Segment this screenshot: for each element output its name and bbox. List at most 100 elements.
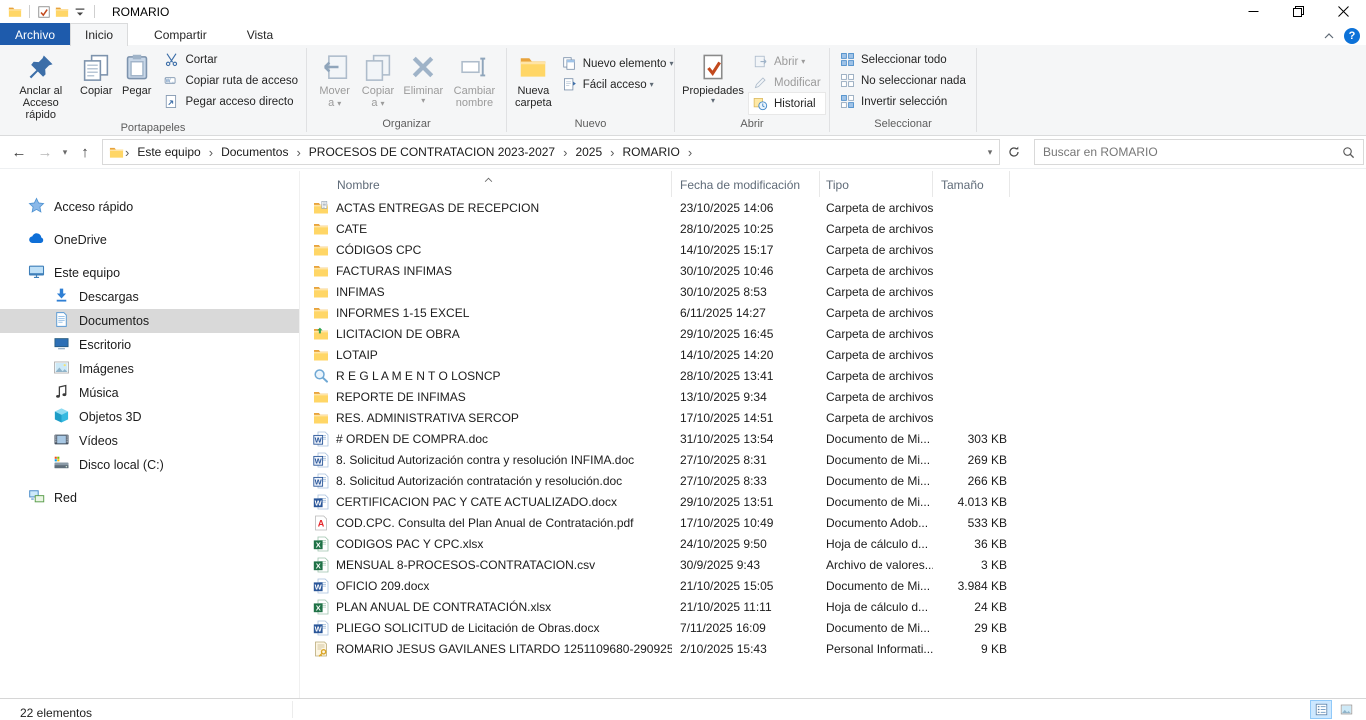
select-all-button[interactable]: Seleccionar todo xyxy=(836,49,970,70)
file-row[interactable]: CÓDIGOS CPC14/10/2025 15:17Carpeta de ar… xyxy=(300,239,1366,260)
help-icon[interactable]: ? xyxy=(1344,28,1360,44)
file-row[interactable]: LOTAIP14/10/2025 14:20Carpeta de archivo… xyxy=(300,344,1366,365)
address-dropdown-icon[interactable]: ▾ xyxy=(983,139,997,165)
sidebar-item-red[interactable]: Red xyxy=(0,486,299,510)
close-button[interactable] xyxy=(1321,0,1366,23)
column-header-fecha[interactable]: Fecha de modificación xyxy=(672,171,820,197)
file-date: 17/10/2025 14:51 xyxy=(672,411,820,425)
breadcrumb-item[interactable]: Documentos xyxy=(214,145,295,159)
file-row[interactable]: ROMARIO JESUS GAVILANES LITARDO 12511096… xyxy=(300,638,1366,659)
sidebar-item-disco-local-c[interactable]: Disco local (C:) xyxy=(0,453,299,477)
file-name: PLIEGO SOLICITUD de Licitación de Obras.… xyxy=(336,621,599,635)
tab-vista[interactable]: Vista xyxy=(233,23,287,46)
thumbnails-view-button[interactable] xyxy=(1336,701,1356,718)
file-type: Carpeta de archivos xyxy=(820,411,933,425)
recent-pages-icon[interactable]: ▾ xyxy=(58,139,72,165)
minimize-button[interactable] xyxy=(1231,0,1276,23)
file-row[interactable]: 8. Solicitud Autorización contratación y… xyxy=(300,470,1366,491)
file-row[interactable]: R E G L A M E N T O LOSNCP28/10/2025 13:… xyxy=(300,365,1366,386)
paste-button[interactable]: Pegar xyxy=(117,49,157,97)
copy-to-icon xyxy=(362,51,394,83)
move-to-button[interactable]: Mover a▾ xyxy=(313,49,356,110)
copy-button[interactable]: Copiar xyxy=(76,49,117,97)
qat-new-folder-icon[interactable] xyxy=(53,3,71,20)
pin-to-quick-access-button[interactable]: Anclar al Acceso rápido xyxy=(6,49,76,121)
file-row[interactable]: INFIMAS30/10/2025 8:53Carpeta de archivo… xyxy=(300,281,1366,302)
sidebar-item-descargas[interactable]: Descargas xyxy=(0,285,299,309)
cut-button[interactable]: Cortar xyxy=(160,49,302,70)
file-row[interactable]: ACTAS ENTREGAS DE RECEPCION23/10/2025 14… xyxy=(300,197,1366,218)
sidebar-item-m-sica[interactable]: Música xyxy=(0,381,299,405)
file-row[interactable]: # ORDEN DE COMPRA.doc31/10/2025 13:54Doc… xyxy=(300,428,1366,449)
easy-access-button[interactable]: Fácil acceso▾ xyxy=(558,74,678,95)
breadcrumb-item[interactable]: 2025 xyxy=(568,145,609,159)
sidebar-item-este-equipo[interactable]: Este equipo xyxy=(0,261,299,285)
file-row[interactable]: INFORMES 1-15 EXCEL6/11/2025 14:27Carpet… xyxy=(300,302,1366,323)
copy-to-button[interactable]: Copiar a▾ xyxy=(356,49,399,110)
file-date: 29/10/2025 16:45 xyxy=(672,327,820,341)
sidebar-item-onedrive[interactable]: OneDrive xyxy=(0,228,299,252)
file-row[interactable]: OFICIO 209.docx21/10/2025 15:05Documento… xyxy=(300,575,1366,596)
sidebar-item-v-deos[interactable]: Vídeos xyxy=(0,429,299,453)
cube-icon xyxy=(53,407,79,427)
breadcrumb-item[interactable]: Este equipo xyxy=(130,145,207,159)
new-folder-button[interactable]: Nueva carpeta xyxy=(513,49,554,109)
tab-compartir[interactable]: Compartir xyxy=(140,23,221,46)
sidebar-item-im-genes[interactable]: Imágenes xyxy=(0,357,299,381)
qat-customize-icon[interactable] xyxy=(71,3,89,20)
details-view-button[interactable] xyxy=(1311,701,1331,718)
breadcrumb[interactable]: ›Este equipo›Documentos›PROCESOS DE CONT… xyxy=(102,139,1000,165)
file-row[interactable]: PLAN ANUAL DE CONTRATACIÓN.xlsx21/10/202… xyxy=(300,596,1366,617)
new-item-button[interactable]: Nuevo elemento▾ xyxy=(558,53,678,74)
file-row[interactable]: CERTIFICACION PAC Y CATE ACTUALIZADO.doc… xyxy=(300,491,1366,512)
qat-properties-icon[interactable] xyxy=(35,3,53,20)
back-button[interactable]: ← xyxy=(6,139,32,165)
up-button[interactable]: ↑ xyxy=(72,139,98,165)
column-header-nombre[interactable]: Nombre xyxy=(300,171,672,197)
rename-button[interactable]: Cambiar nombre xyxy=(447,49,502,109)
file-row[interactable]: MENSUAL 8-PROCESOS-CONTRATACION.csv30/9/… xyxy=(300,554,1366,575)
refresh-icon[interactable] xyxy=(1002,139,1026,165)
file-row[interactable]: FACTURAS INFIMAS30/10/2025 10:46Carpeta … xyxy=(300,260,1366,281)
collapse-ribbon-icon[interactable] xyxy=(1324,27,1334,45)
forward-button[interactable]: → xyxy=(32,139,58,165)
sidebar-item-escritorio[interactable]: Escritorio xyxy=(0,333,299,357)
breadcrumb-separator-icon[interactable]: › xyxy=(687,145,693,160)
file-row[interactable]: CATE28/10/2025 10:25Carpeta de archivos xyxy=(300,218,1366,239)
file-row[interactable]: COD.CPC. Consulta del Plan Anual de Cont… xyxy=(300,512,1366,533)
file-row[interactable]: PLIEGO SOLICITUD de Licitación de Obras.… xyxy=(300,617,1366,638)
tab-archivo[interactable]: Archivo xyxy=(0,23,70,46)
restore-button[interactable] xyxy=(1276,0,1321,23)
file-row[interactable]: LICITACION DE OBRA29/10/2025 16:45Carpet… xyxy=(300,323,1366,344)
file-row[interactable]: CODIGOS PAC Y CPC.xlsx24/10/2025 9:50Hoj… xyxy=(300,533,1366,554)
file-row[interactable]: RES. ADMINISTRATIVA SERCOP17/10/2025 14:… xyxy=(300,407,1366,428)
edit-button[interactable]: Modificar xyxy=(749,72,825,93)
sidebar-item-acceso-r-pido[interactable]: Acceso rápido xyxy=(0,195,299,219)
group-label-organize: Organizar xyxy=(307,117,506,135)
column-header-tipo[interactable]: Tipo xyxy=(820,171,933,197)
paste-shortcut-button[interactable]: Pegar acceso directo xyxy=(160,91,302,112)
ribbon-group-new: Nueva carpeta Nuevo elemento▾ Fácil acce… xyxy=(507,45,674,135)
copy-path-button[interactable]: Copiar ruta de acceso xyxy=(160,70,302,91)
search-input[interactable]: Buscar en ROMARIO xyxy=(1034,139,1364,165)
select-none-button[interactable]: No seleccionar nada xyxy=(836,70,970,91)
column-headers: Nombre Fecha de modificación Tipo Tamaño xyxy=(300,171,1366,197)
cert-icon xyxy=(313,641,329,657)
file-name: ACTAS ENTREGAS DE RECEPCION xyxy=(336,201,539,215)
file-row[interactable]: 8. Solicitud Autorización contra y resol… xyxy=(300,449,1366,470)
sidebar-item-documentos[interactable]: Documentos xyxy=(0,309,299,333)
history-button[interactable]: Historial xyxy=(749,93,825,114)
file-name: 8. Solicitud Autorización contra y resol… xyxy=(336,453,634,467)
sidebar-item-objetos-3d[interactable]: Objetos 3D xyxy=(0,405,299,429)
properties-button[interactable]: Propiedades ▾ xyxy=(681,49,745,105)
delete-button[interactable]: Eliminar ▾ xyxy=(400,49,447,105)
invert-selection-button[interactable]: Invertir selección xyxy=(836,91,970,112)
tab-inicio[interactable]: Inicio xyxy=(70,23,128,46)
file-date: 21/10/2025 11:11 xyxy=(672,600,820,614)
file-row[interactable]: REPORTE DE INFIMAS13/10/2025 9:34Carpeta… xyxy=(300,386,1366,407)
breadcrumb-item[interactable]: PROCESOS DE CONTRATACION 2023-2027 xyxy=(302,145,562,159)
column-header-tamano[interactable]: Tamaño xyxy=(933,171,1010,197)
open-button[interactable]: Abrir▾ xyxy=(749,51,825,72)
breadcrumb-item[interactable]: ROMARIO xyxy=(615,145,686,159)
sidebar-item-label: Escritorio xyxy=(79,338,131,352)
